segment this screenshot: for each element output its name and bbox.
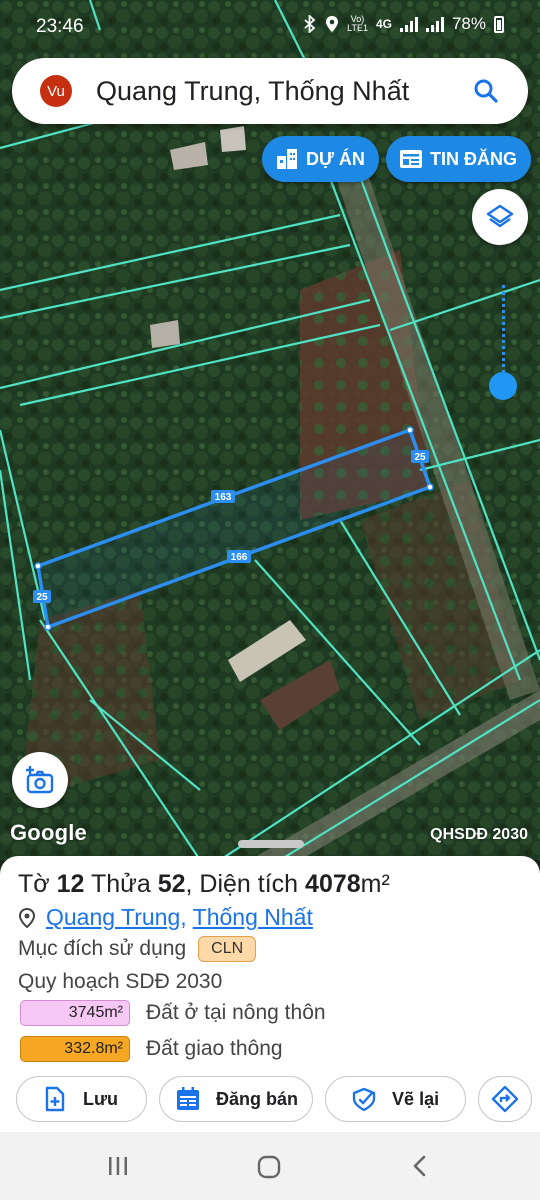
- opacity-slider-handle[interactable]: [489, 372, 517, 400]
- calendar-icon: [177, 1087, 200, 1110]
- overlay-label: QHSDĐ 2030: [430, 826, 528, 843]
- sheet-number: 12: [56, 870, 85, 898]
- parcel-title: Tờ 12 Thửa 52, Diện tích 4078m²: [18, 870, 390, 898]
- parcel-location: Quang Trung, Thống Nhất: [18, 904, 313, 931]
- add-file-icon: [45, 1086, 65, 1112]
- du-an-button[interactable]: DỰ ÁN: [262, 136, 379, 182]
- status-time: 23:46: [36, 16, 84, 37]
- land-use-name: Đất ở tại nông thôn: [146, 1001, 326, 1024]
- du-an-label: DỰ ÁN: [306, 148, 365, 169]
- tin-dang-label: TIN ĐĂNG: [430, 148, 517, 169]
- recent-apps-icon[interactable]: [106, 1154, 130, 1178]
- save-label: Lưu: [83, 1088, 119, 1109]
- tin-dang-button[interactable]: TIN ĐĂNG: [386, 136, 531, 182]
- signal-icon: [425, 16, 444, 32]
- district-link[interactable]: Thống Nhất: [193, 904, 313, 930]
- sheet-drag-handle[interactable]: [238, 840, 304, 848]
- avatar[interactable]: Vu: [40, 75, 72, 107]
- system-nav-bar: [0, 1132, 540, 1200]
- map-imagery: 163 25 166 25: [0, 0, 540, 860]
- redraw-icon: [352, 1087, 376, 1112]
- land-use-area-badge: 3745m²: [20, 1000, 130, 1026]
- commune-link[interactable]: Quang Trung: [46, 904, 180, 930]
- sell-button[interactable]: Đăng bán: [159, 1076, 314, 1122]
- search-bar[interactable]: Vu Quang Trung, Thống Nhất: [12, 58, 528, 124]
- land-purpose: Mục đích sử dụng CLN: [18, 936, 257, 962]
- directions-icon: [491, 1085, 519, 1113]
- battery-icon: [494, 15, 504, 33]
- parcel-number: 52: [157, 870, 186, 898]
- layers-button[interactable]: [472, 189, 528, 245]
- opacity-slider-track[interactable]: [502, 285, 505, 385]
- plan-label: Quy hoạch SDĐ 2030: [18, 970, 223, 993]
- add-photo-button[interactable]: [12, 752, 68, 808]
- home-icon[interactable]: [256, 1154, 282, 1180]
- bluetooth-icon: [304, 15, 316, 33]
- land-use-name: Đất giao thông: [146, 1037, 283, 1060]
- edge-label: 166: [231, 552, 248, 563]
- network-type: 4G: [375, 17, 392, 31]
- satellite-map[interactable]: 163 25 166 25: [0, 0, 540, 860]
- parcel-area: 4078: [305, 870, 361, 898]
- search-icon[interactable]: [462, 67, 510, 115]
- building-icon: [277, 149, 297, 169]
- redraw-label: Vẽ lại: [392, 1088, 440, 1109]
- layers-icon: [486, 204, 514, 228]
- listing-icon: [400, 150, 422, 168]
- edge-label: 163: [215, 492, 232, 503]
- land-use-area-badge: 332.8m²: [20, 1036, 130, 1062]
- status-icons: Vo) LTE1 4G 78%: [303, 14, 504, 34]
- land-use-row: 332.8m² Đất giao thông: [20, 1036, 283, 1062]
- edge-label: 25: [414, 452, 426, 463]
- save-button[interactable]: Lưu: [16, 1076, 148, 1122]
- parcel-info-sheet: Tờ 12 Thửa 52, Diện tích 4078m² Quang Tr…: [0, 856, 540, 1132]
- volte-indicator: Vo) LTE1: [347, 14, 368, 33]
- sell-label: Đăng bán: [216, 1088, 299, 1109]
- signal-icon: [399, 16, 418, 32]
- edge-label: 25: [36, 592, 48, 603]
- google-logo: Google: [10, 820, 87, 845]
- back-icon[interactable]: [408, 1154, 432, 1178]
- redraw-button[interactable]: Vẽ lại: [325, 1076, 467, 1122]
- search-input[interactable]: Quang Trung, Thống Nhất: [96, 76, 462, 107]
- land-use-row: 3745m² Đất ở tại nông thôn: [20, 1000, 326, 1026]
- action-bar: Lưu Đăng bán Vẽ lại: [16, 1076, 533, 1122]
- status-bar: 23:46 Vo) LTE1 4G 78%: [0, 0, 540, 52]
- location-icon: [326, 16, 339, 32]
- battery-percent: 78%: [451, 14, 486, 33]
- directions-button[interactable]: [478, 1076, 533, 1122]
- location-pin-icon: [18, 907, 36, 928]
- purpose-code-badge: CLN: [198, 936, 257, 962]
- add-photo-icon: [26, 766, 54, 794]
